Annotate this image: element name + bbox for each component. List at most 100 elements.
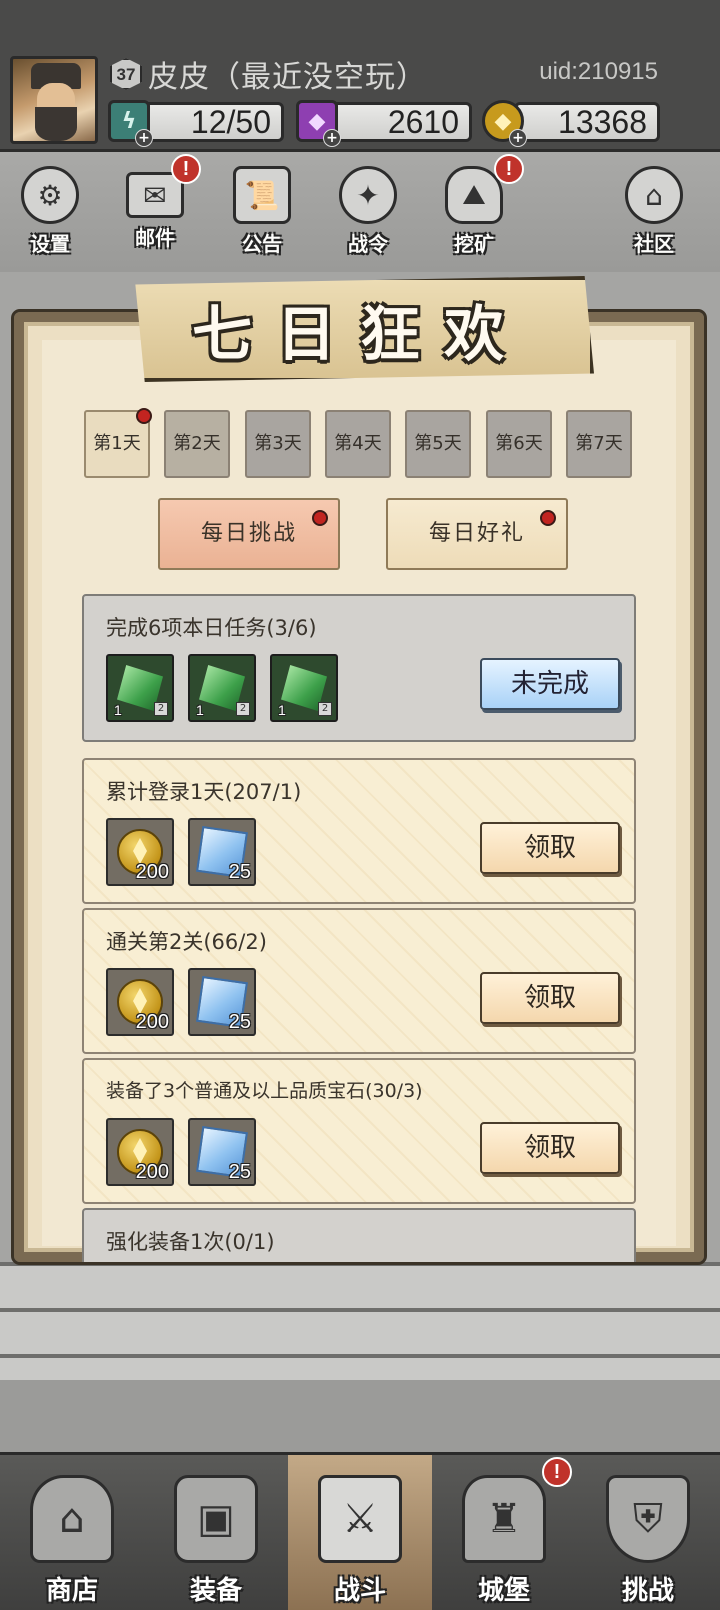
incomplete-button[interactable]: 未完成 — [480, 658, 620, 710]
shop-icon: ⌂ — [30, 1475, 114, 1563]
home-icon: ⌂ — [625, 166, 683, 224]
notification-dot — [312, 510, 328, 526]
tab-day-7-label: 第7天 — [575, 433, 623, 454]
energy-icon[interactable]: ϟ + — [108, 100, 153, 147]
settings-label: 设置 — [30, 232, 70, 256]
reward-count: 200 — [135, 1161, 169, 1183]
reward-count: 1 — [196, 702, 204, 718]
nav-challenge[interactable]: ⛨ 挑战 — [576, 1455, 720, 1610]
notification-dot — [136, 408, 152, 424]
reward-item[interactable]: 200 — [106, 1118, 174, 1186]
tab-day-5[interactable]: 第5天 — [405, 410, 471, 478]
mining-button[interactable]: ⛰ 挖矿 ! — [434, 154, 524, 257]
mail-label: 邮件 — [135, 226, 175, 250]
tab-day-3[interactable]: 第3天 — [245, 410, 311, 478]
reward-item[interactable]: 1 2 — [106, 654, 174, 722]
reward-count: 25 — [228, 1161, 251, 1183]
reward-count: 200 — [135, 1011, 169, 1033]
claim-button[interactable]: 领取 — [480, 972, 620, 1024]
gear-icon: ⚙ — [21, 166, 79, 224]
tab-day-7[interactable]: 第7天 — [566, 410, 632, 478]
community-button[interactable]: ⌂ 社区 — [614, 166, 694, 257]
reward-item[interactable]: 200 — [106, 818, 174, 886]
tab-day-5-label: 第5天 — [414, 433, 462, 454]
battle-pass-button[interactable]: ✦ 战令 — [328, 166, 408, 257]
mail-alert-badge: ! — [171, 154, 201, 184]
nav-shop[interactable]: ⌂ 商店 — [0, 1455, 144, 1610]
task-card: 累计登录1天(207/1) 200 25 领取 — [82, 758, 636, 904]
crossed-swords-icon: ⚔ — [318, 1475, 402, 1563]
notice-label: 公告 — [242, 232, 282, 256]
reward-count: 1 — [278, 702, 286, 718]
top-bar: 37 皮皮（最近没空玩） uid:210915 12/50 ϟ + 2610 ◆ +… — [0, 0, 720, 152]
feature-toolbar: ⚙ 设置 ✉ 邮件 ! 📜 公告 ✦ 战令 ⛰ 挖矿 ! ⌂ 社区 — [0, 152, 720, 272]
reward-count: 1 — [114, 702, 122, 718]
nav-challenge-label: 挑战 — [621, 1576, 674, 1606]
task-card: 完成6项本日任务(3/6) 1 2 1 2 1 2 未完成 — [82, 594, 636, 742]
nav-castle[interactable]: ♜ 城堡 ! — [432, 1455, 576, 1610]
castle-icon: ♜ — [462, 1475, 546, 1563]
notice-button[interactable]: 📜 公告 — [222, 166, 302, 257]
task-card: 通关第2关(66/2) 200 25 领取 — [82, 908, 636, 1054]
nav-battle[interactable]: ⚔ 战斗 — [288, 1455, 432, 1610]
reward-item[interactable]: 1 2 — [270, 654, 338, 722]
nav-equipment-label: 装备 — [189, 1576, 242, 1606]
tab-daily-challenge-label: 每日挑战 — [200, 521, 297, 546]
reward-item[interactable]: 25 — [188, 968, 256, 1036]
claim-button[interactable]: 领取 — [480, 822, 620, 874]
coin-counter: 13368 — [514, 102, 660, 142]
tab-day-1-label: 第1天 — [93, 433, 141, 454]
energy-counter: 12/50 — [130, 102, 284, 142]
reward-item[interactable]: 25 — [188, 1118, 256, 1186]
claim-button[interactable]: 领取 — [480, 1122, 620, 1174]
crystal-ball-icon: ✦ — [339, 166, 397, 224]
add-energy-icon[interactable]: + — [135, 129, 153, 147]
notification-dot — [540, 510, 556, 526]
reward-item[interactable]: 1 2 — [188, 654, 256, 722]
reward-item[interactable]: 200 — [106, 968, 174, 1036]
task-title: 装备了3个普通及以上品质宝石(30/3) — [106, 1080, 423, 1102]
add-gems-icon[interactable]: + — [323, 129, 341, 147]
task-card: 装备了3个普通及以上品质宝石(30/3) 200 25 领取 — [82, 1058, 636, 1204]
tab-day-1[interactable]: 第1天 — [84, 408, 152, 478]
player-level-badge: 37 — [110, 58, 142, 90]
nav-shop-label: 商店 — [45, 1576, 98, 1606]
mail-button[interactable]: ✉ 邮件 ! — [115, 154, 201, 251]
player-avatar[interactable] — [10, 56, 98, 144]
mining-label: 挖矿 — [454, 232, 494, 256]
coin-icon[interactable]: ◆ + — [482, 100, 527, 147]
task-title: 完成6项本日任务(3/6) — [106, 616, 317, 640]
battle-pass-label: 战令 — [348, 232, 388, 256]
reward-item[interactable]: 25 — [188, 818, 256, 886]
tab-daily-challenge[interactable]: 每日挑战 — [158, 498, 340, 570]
tab-day-6[interactable]: 第6天 — [486, 410, 552, 478]
shield-icon: ⛨ — [606, 1475, 690, 1563]
tab-day-4[interactable]: 第4天 — [325, 410, 391, 478]
tab-daily-gift[interactable]: 每日好礼 — [386, 498, 568, 570]
gem-counter: 2610 — [332, 102, 472, 142]
nav-castle-label: 城堡 — [477, 1576, 530, 1606]
task-title: 通关第2关(66/2) — [106, 930, 267, 954]
quality-badge-icon: 2 — [236, 702, 250, 716]
settings-button[interactable]: ⚙ 设置 — [10, 166, 90, 257]
tab-day-3-label: 第3天 — [254, 433, 302, 454]
task-title: 累计登录1天(207/1) — [106, 780, 302, 804]
tab-daily-gift-label: 每日好礼 — [428, 521, 525, 546]
player-name: 皮皮（最近没空玩） — [148, 60, 427, 95]
add-coins-icon[interactable]: + — [509, 129, 527, 147]
task-title: 强化装备1次(0/1) — [106, 1230, 275, 1254]
bottom-navigation: ⌂ 商店 ▣ 装备 ⚔ 战斗 ♜ 城堡 ! ⛨ 挑战 — [0, 1452, 720, 1610]
tab-day-2[interactable]: 第2天 — [164, 410, 230, 478]
scroll-icon: 📜 — [233, 166, 291, 224]
rubble-decoration — [0, 1380, 720, 1460]
quality-badge-icon: 2 — [154, 702, 168, 716]
task-card: 强化装备1次(0/1) — [82, 1208, 636, 1262]
reward-count: 25 — [228, 1011, 251, 1033]
nav-battle-label: 战斗 — [333, 1576, 386, 1606]
player-uid: uid:210915 — [539, 58, 658, 85]
mining-alert-badge: ! — [494, 154, 524, 184]
gem-icon[interactable]: ◆ + — [296, 100, 341, 147]
nav-equipment[interactable]: ▣ 装备 — [144, 1455, 288, 1610]
community-label: 社区 — [634, 232, 674, 256]
reward-count: 200 — [135, 861, 169, 883]
